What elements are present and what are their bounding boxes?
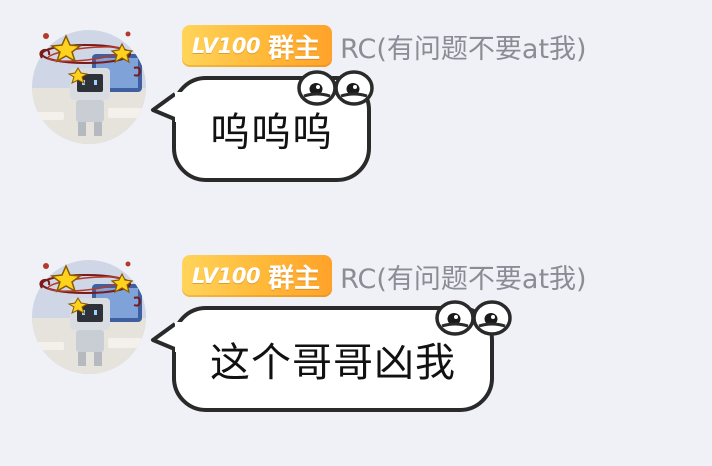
role-label: 群主 [268,263,321,294]
level-badge: LV100 群主 [182,255,333,297]
message-bubble-container: 这个哥哥凶我 [150,300,512,412]
sender-name[interactable]: RC(有问题不要at我) [340,27,586,66]
avatar[interactable] [30,258,148,376]
bubble-eyes-icon [297,70,374,106]
message-text: 这个哥哥凶我 [210,340,456,386]
chat-message: LV100 群主 RC(有问题不要at我) 这个哥哥凶我 [0,230,712,463]
sender-name[interactable]: RC(有问题不要at我) [340,257,586,296]
bubble-tail-icon [151,322,183,352]
bubble-eyes-icon [435,300,512,336]
bubble-tail-icon [151,92,183,122]
level-label: LV100 [192,34,261,58]
message-bubble-container: 呜呜呜 [150,70,374,182]
role-label: 群主 [268,33,321,64]
chat-message: LV100 群主 RC(有问题不要at我) 呜呜呜 [0,0,712,233]
message-meta: LV100 群主 RC(有问题不要at我) [182,254,587,298]
level-badge: LV100 群主 [182,25,333,67]
message-meta: LV100 群主 RC(有问题不要at我) [182,24,587,68]
avatar[interactable] [30,28,148,146]
level-label: LV100 [192,264,261,288]
